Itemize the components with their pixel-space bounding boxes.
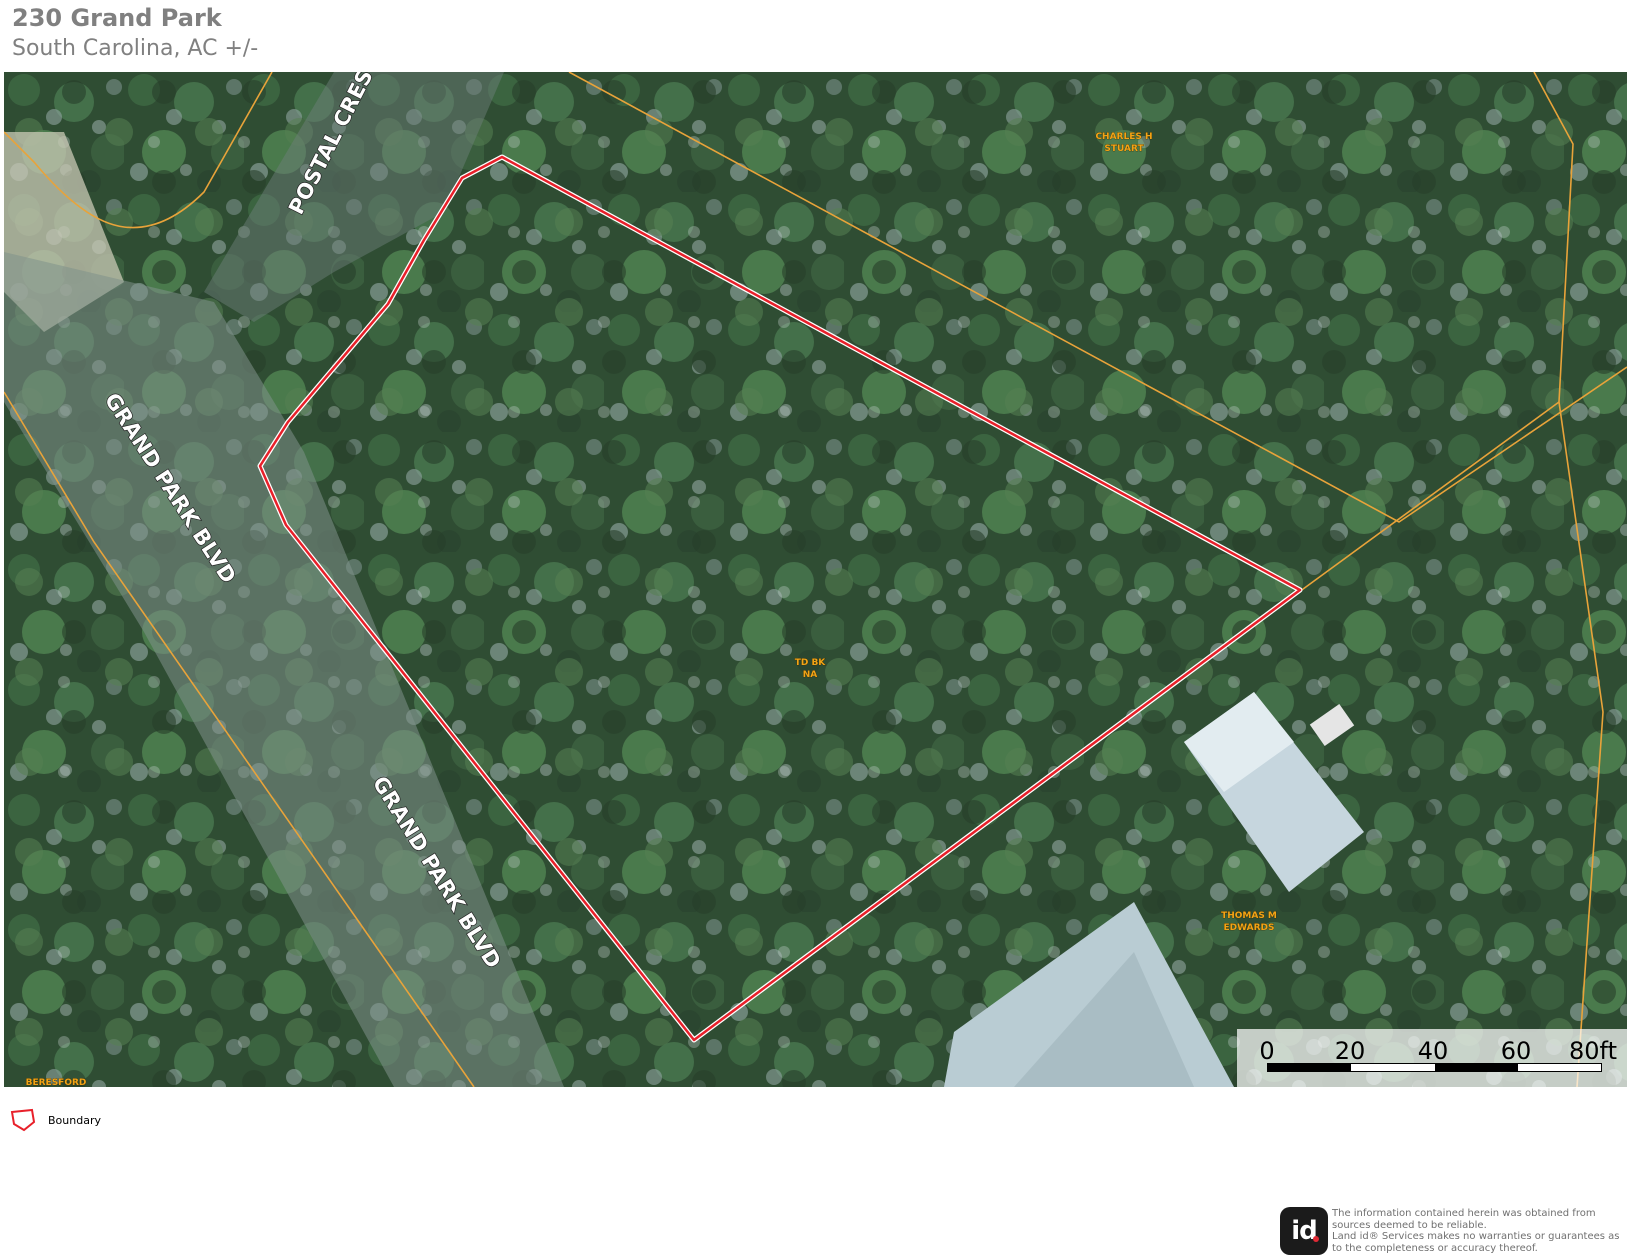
map-title: 230 Grand Park xyxy=(12,4,222,32)
owner-label: TD BK xyxy=(795,658,827,668)
owner-label: CHARLES H xyxy=(1095,132,1152,142)
land-id-logo: id xyxy=(1280,1207,1328,1255)
owner-label: EDWARDS xyxy=(1224,923,1275,933)
scale-tick-label: 20 xyxy=(1334,1037,1366,1065)
scale-tick-label: 80ft xyxy=(1569,1037,1617,1065)
map-legend: Boundary xyxy=(10,1108,101,1132)
owner-label: STUART xyxy=(1104,144,1144,154)
boundary-polygon-icon xyxy=(10,1108,36,1132)
owner-label: BERESFORD xyxy=(26,1078,87,1087)
logo-text: id xyxy=(1291,1216,1318,1246)
aerial-map[interactable]: POSTAL CRESC GRAND PARK BLVD GRAND PARK … xyxy=(4,72,1627,1087)
footer: id The information contained herein was … xyxy=(1280,1207,1631,1255)
map-subtitle: South Carolina, AC +/- xyxy=(12,36,259,61)
scale-tick-label: 0 xyxy=(1259,1037,1275,1065)
scale-tick-label: 60 xyxy=(1500,1037,1532,1065)
map-canvas: POSTAL CRESC GRAND PARK BLVD GRAND PARK … xyxy=(4,72,1627,1087)
legend-label-boundary: Boundary xyxy=(48,1113,101,1127)
disclaimer-text: The information contained herein was obt… xyxy=(1332,1208,1620,1254)
owner-label: THOMAS M xyxy=(1221,911,1277,921)
owner-label: NA xyxy=(803,670,818,680)
scale-bar-track xyxy=(1267,1063,1602,1072)
scale-tick-label: 40 xyxy=(1417,1037,1449,1065)
scale-bar: 0 20 40 60 80ft xyxy=(1237,1029,1627,1087)
